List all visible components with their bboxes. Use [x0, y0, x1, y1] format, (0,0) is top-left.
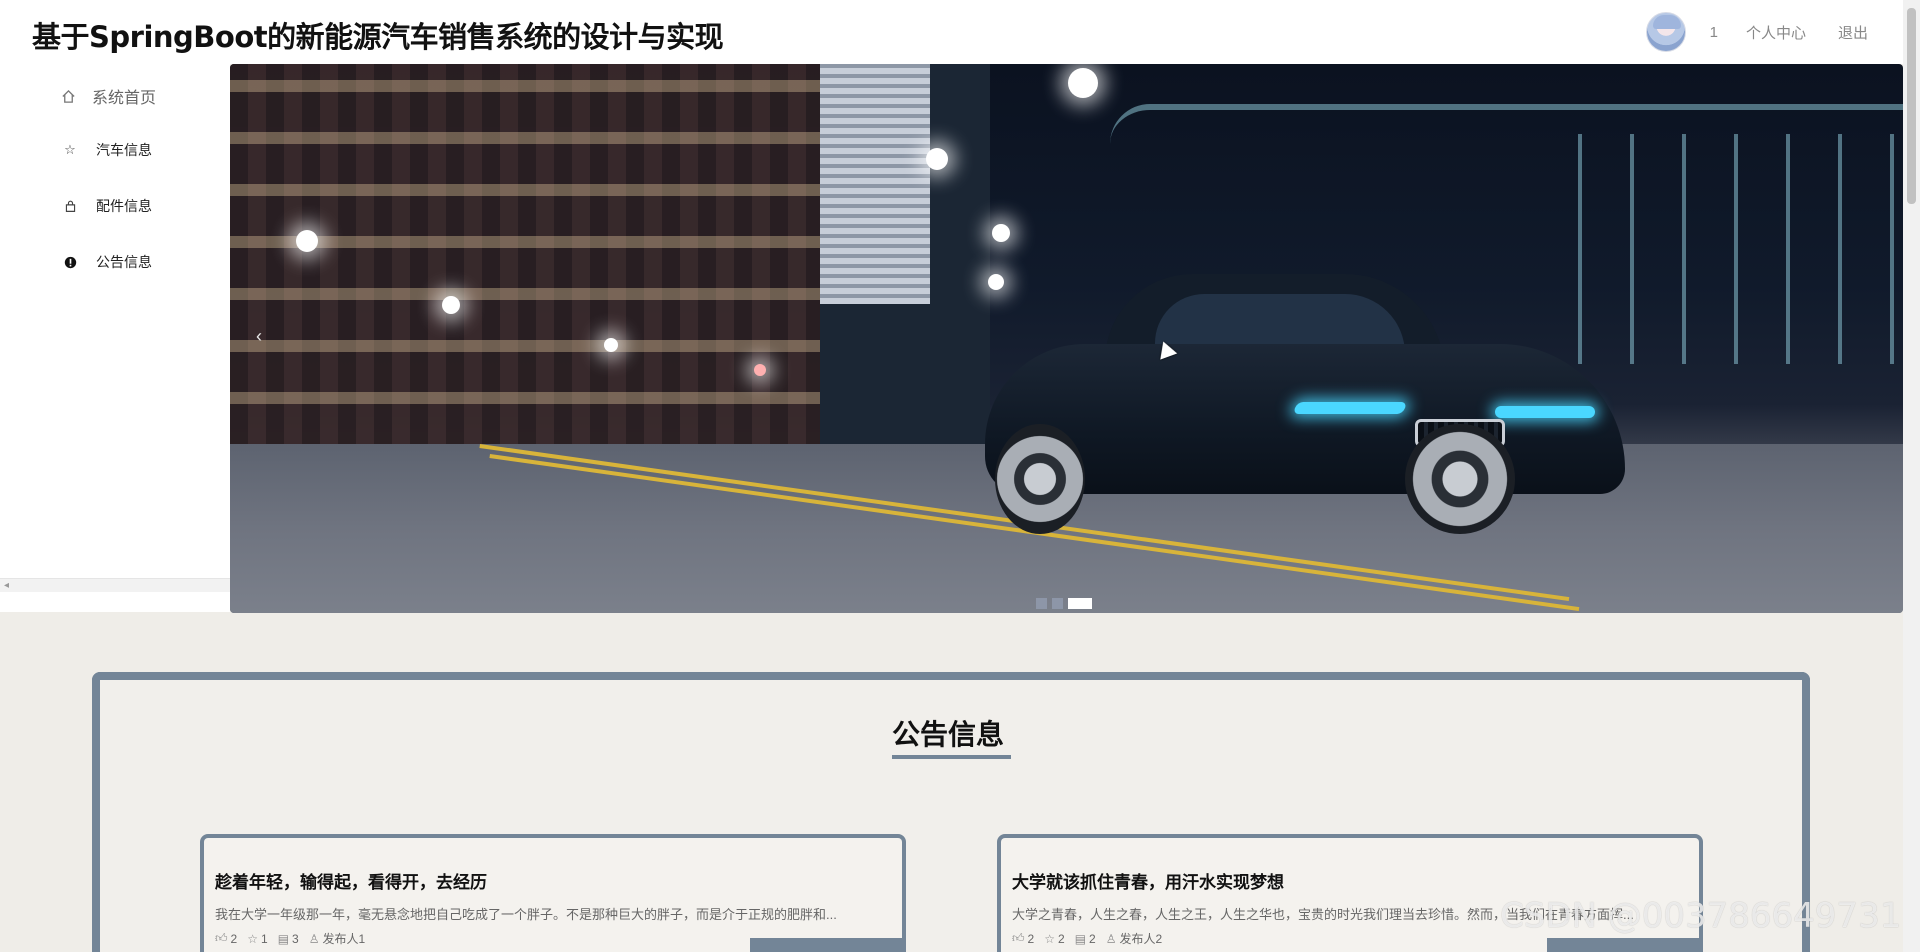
title-underline [892, 755, 1011, 759]
notice-meta: 👍︎ 2 ☆ 1 ▤ 3 ♙ 发布人1 [215, 930, 365, 947]
carousel-dot[interactable] [1036, 598, 1047, 609]
comment-count: 3 [292, 931, 299, 946]
notice-card[interactable]: 趁着年轻，输得起，看得开，去经历 我在大学一年级那一年，毫无悬念地把自己吃成了一… [200, 834, 906, 952]
sidebar-horizontal-scrollbar[interactable]: ◂ [0, 578, 230, 592]
sidebar-item-cars[interactable]: ☆ 汽车信息 [62, 140, 152, 160]
like-count: 2 [230, 931, 238, 946]
notice-title[interactable]: 大学就该抓住青春，用汗水实现梦想 [1012, 868, 1284, 893]
sidebar-item-label: 汽车信息 [96, 142, 152, 158]
publisher-name: 发布人2 [1119, 932, 1163, 946]
sidebar-menu: 系统首页 ☆ 汽车信息 配件信息 公告信息 ◂ [0, 64, 230, 612]
like-count: 2 [1027, 931, 1035, 946]
scroll-left-icon[interactable]: ◂ [4, 579, 9, 593]
sidebar-item-notices[interactable]: 公告信息 [62, 252, 152, 272]
star-icon: ☆ [64, 142, 76, 157]
username-label: 1 [1709, 23, 1718, 41]
top-header: 基于SpringBoot的新能源汽车销售系统的设计与实现 1 个人中心 退出 [0, 0, 1920, 64]
notice-title[interactable]: 趁着年轻，输得起，看得开，去经历 [215, 868, 487, 893]
comment-count: 2 [1089, 931, 1096, 946]
user-icon: ♙ [308, 931, 320, 946]
sidebar-item-label: 配件信息 [96, 198, 152, 214]
thumbs-up-icon: 👍︎ [1012, 931, 1025, 945]
bag-icon [62, 198, 78, 214]
carousel-indicators [1036, 598, 1092, 609]
car-image [985, 274, 1625, 534]
scrollbar-thumb[interactable] [1907, 8, 1916, 204]
sidebar-item-parts[interactable]: 配件信息 [62, 196, 152, 216]
favorite-count: 1 [261, 931, 268, 946]
publisher-name: 发布人1 [322, 932, 366, 946]
site-title: 基于SpringBoot的新能源汽车销售系统的设计与实现 [32, 20, 724, 54]
banner-image [230, 64, 820, 444]
carousel-dot-active[interactable] [1068, 598, 1092, 609]
user-avatar[interactable] [1645, 12, 1686, 52]
notice-excerpt: 我在大学一年级那一年，毫无悬念地把自己吃成了一个胖子。不是那种巨大的胖子，而是介… [215, 907, 837, 922]
header-user-area: 1 个人中心 退出 [1645, 12, 1868, 52]
profile-link[interactable]: 个人中心 [1746, 22, 1806, 43]
favorite-count: 2 [1058, 931, 1065, 946]
home-icon [60, 88, 76, 104]
logout-link[interactable]: 退出 [1838, 22, 1868, 43]
notice-detail-button[interactable] [750, 938, 906, 952]
sidebar-item-label: 公告信息 [96, 254, 152, 270]
page-scrollbar[interactable] [1903, 0, 1920, 952]
sidebar-item-home[interactable]: 系统首页 [60, 84, 156, 108]
thumbs-up-icon: 👍︎ [215, 931, 228, 945]
star-icon: ☆ [247, 931, 258, 946]
watermark: CSDN @003786649731 [1500, 896, 1902, 936]
comment-icon: ▤ [277, 931, 290, 946]
carousel-prev-button[interactable]: ‹ [256, 326, 262, 347]
notice-meta: 👍︎ 2 ☆ 2 ▤ 2 ♙ 发布人2 [1012, 930, 1162, 947]
user-icon: ♙ [1105, 931, 1117, 946]
alert-icon [62, 254, 78, 270]
notice-section-title: 公告信息 [892, 718, 1005, 751]
comment-icon: ▤ [1074, 931, 1087, 946]
carousel-dot[interactable] [1052, 598, 1063, 609]
hero-carousel[interactable]: ‹ [230, 64, 1903, 613]
sidebar-item-label: 系统首页 [92, 90, 157, 107]
star-icon: ☆ [1044, 931, 1055, 946]
notice-detail-button[interactable] [1547, 938, 1703, 952]
